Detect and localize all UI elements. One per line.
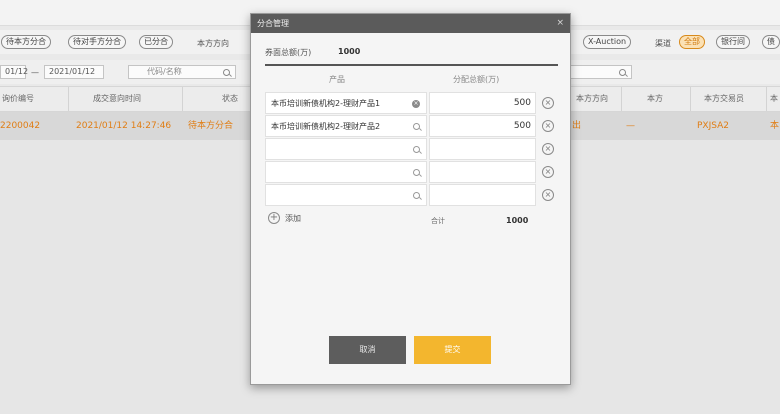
amount-field[interactable] <box>429 138 536 160</box>
allocation-row: × <box>265 161 559 184</box>
right-search-input[interactable] <box>566 65 632 79</box>
clear-icon[interactable]: × <box>412 100 420 108</box>
dialog-divider <box>265 64 558 66</box>
product-field[interactable] <box>265 138 427 160</box>
product-field[interactable]: 本币培训新债机构2-理财产品1 × <box>265 92 427 114</box>
sum-value: 1000 <box>506 216 529 225</box>
row-delete[interactable]: × <box>538 115 559 137</box>
search-icon[interactable] <box>223 69 230 76</box>
row-status: 待本方分合 <box>188 121 234 131</box>
row-deal-time: 2021/01/12 14:27:46 <box>76 121 172 131</box>
pill-x-auction[interactable]: X-Auction <box>583 35 632 49</box>
col-direction[interactable]: 本方方向 <box>576 87 608 111</box>
close-icon[interactable]: × <box>556 14 564 33</box>
search-icon[interactable] <box>413 192 420 199</box>
face-total-value: 1000 <box>338 47 361 56</box>
product-name: 本币培训新债机构2-理财产品1 <box>271 99 381 108</box>
amount-field[interactable] <box>429 184 536 206</box>
submit-button[interactable]: 提交 <box>414 336 491 364</box>
code-search-placeholder: 代码/名称 <box>147 67 182 76</box>
col-divider <box>690 87 691 111</box>
row-inquiry-id: 2200042 <box>0 121 41 131</box>
channel-label: 渠道 <box>655 39 671 48</box>
pill-done[interactable]: 已分合 <box>139 35 173 49</box>
dialog-title: 分合管理 <box>257 19 289 28</box>
search-icon[interactable] <box>619 69 626 76</box>
search-icon[interactable] <box>413 146 420 153</box>
col-status[interactable]: 状态 <box>222 87 238 111</box>
date-to-input[interactable]: 2021/01/12 <box>44 65 104 79</box>
pill-all[interactable]: 全部 <box>679 35 705 49</box>
amount-value: 500 <box>513 98 531 108</box>
col-trader[interactable]: 本方交易员 <box>704 87 744 111</box>
delete-row-icon[interactable]: × <box>542 120 554 132</box>
date-separator: — <box>31 68 39 77</box>
dialog-header: 分合管理 × <box>251 14 570 33</box>
delete-row-icon[interactable]: × <box>542 189 554 201</box>
allocation-row: 本币培训新债机构2-理财产品1 × 500 × <box>265 92 559 115</box>
delete-row-icon[interactable]: × <box>542 97 554 109</box>
product-field[interactable] <box>265 184 427 206</box>
amount-field[interactable] <box>429 161 536 183</box>
delete-row-icon[interactable]: × <box>542 166 554 178</box>
product-name: 本币培训新债机构2-理财产品2 <box>271 122 381 131</box>
col-divider <box>766 87 767 111</box>
pill-pending-own[interactable]: 待本方分合 <box>1 35 51 49</box>
delete-row-icon[interactable]: × <box>542 143 554 155</box>
amount-field[interactable]: 500 <box>429 115 536 137</box>
face-total-label: 券面总额(万) <box>265 48 312 57</box>
row-direction: 出 <box>572 121 582 131</box>
search-icon[interactable] <box>413 169 420 176</box>
direction-label: 本方方向 <box>197 39 229 48</box>
col-deal-time[interactable]: 成交意向时间 <box>93 87 141 111</box>
row-delete[interactable]: × <box>538 92 559 114</box>
allocation-row: 本币培训新债机构2-理财产品2 500 × <box>265 115 559 138</box>
product-field[interactable]: 本币培训新债机构2-理财产品2 <box>265 115 427 137</box>
col-divider <box>68 87 69 111</box>
cancel-button[interactable]: 取消 <box>329 336 406 364</box>
col-inquiry-id[interactable]: 询价编号 <box>2 87 34 111</box>
allocation-dialog: 分合管理 × 券面总额(万) 1000 产品 分配总额(万) 本币培训新债机构2… <box>250 13 571 385</box>
row-side: — <box>626 121 635 131</box>
row-delete[interactable]: × <box>538 138 559 160</box>
amount-value: 500 <box>513 121 531 131</box>
col-divider <box>182 87 183 111</box>
pill-pending-counterparty[interactable]: 待对手方分合 <box>68 35 126 49</box>
allocation-grid: 产品 分配总额(万) 本币培训新债机构2-理财产品1 × 500 × 本币培训新… <box>265 70 559 220</box>
product-field[interactable] <box>265 161 427 183</box>
col-amount-header: 分配总额(万) <box>453 75 500 84</box>
date-from-input[interactable]: 01/12 <box>0 65 28 79</box>
row-delete[interactable]: × <box>538 184 559 206</box>
row-trader: PXJSA2 <box>697 121 730 131</box>
allocation-row: × <box>265 138 559 161</box>
code-search-input[interactable]: 代码/名称 <box>128 65 236 79</box>
col-product-header: 产品 <box>329 75 345 84</box>
sum-label: 合计 <box>431 217 445 225</box>
search-icon[interactable] <box>413 123 420 130</box>
add-icon[interactable]: + <box>268 212 280 224</box>
add-row-button[interactable]: 添加 <box>285 213 301 224</box>
col-extra[interactable]: 本 <box>770 87 778 111</box>
allocation-row: × <box>265 184 559 207</box>
pill-bond[interactable]: 债 <box>762 35 780 49</box>
row-extra: 本 <box>770 121 780 131</box>
pill-interbank[interactable]: 银行间 <box>716 35 750 49</box>
amount-field[interactable]: 500 <box>429 92 536 114</box>
row-delete[interactable]: × <box>538 161 559 183</box>
col-side[interactable]: 本方 <box>647 87 663 111</box>
col-divider <box>621 87 622 111</box>
